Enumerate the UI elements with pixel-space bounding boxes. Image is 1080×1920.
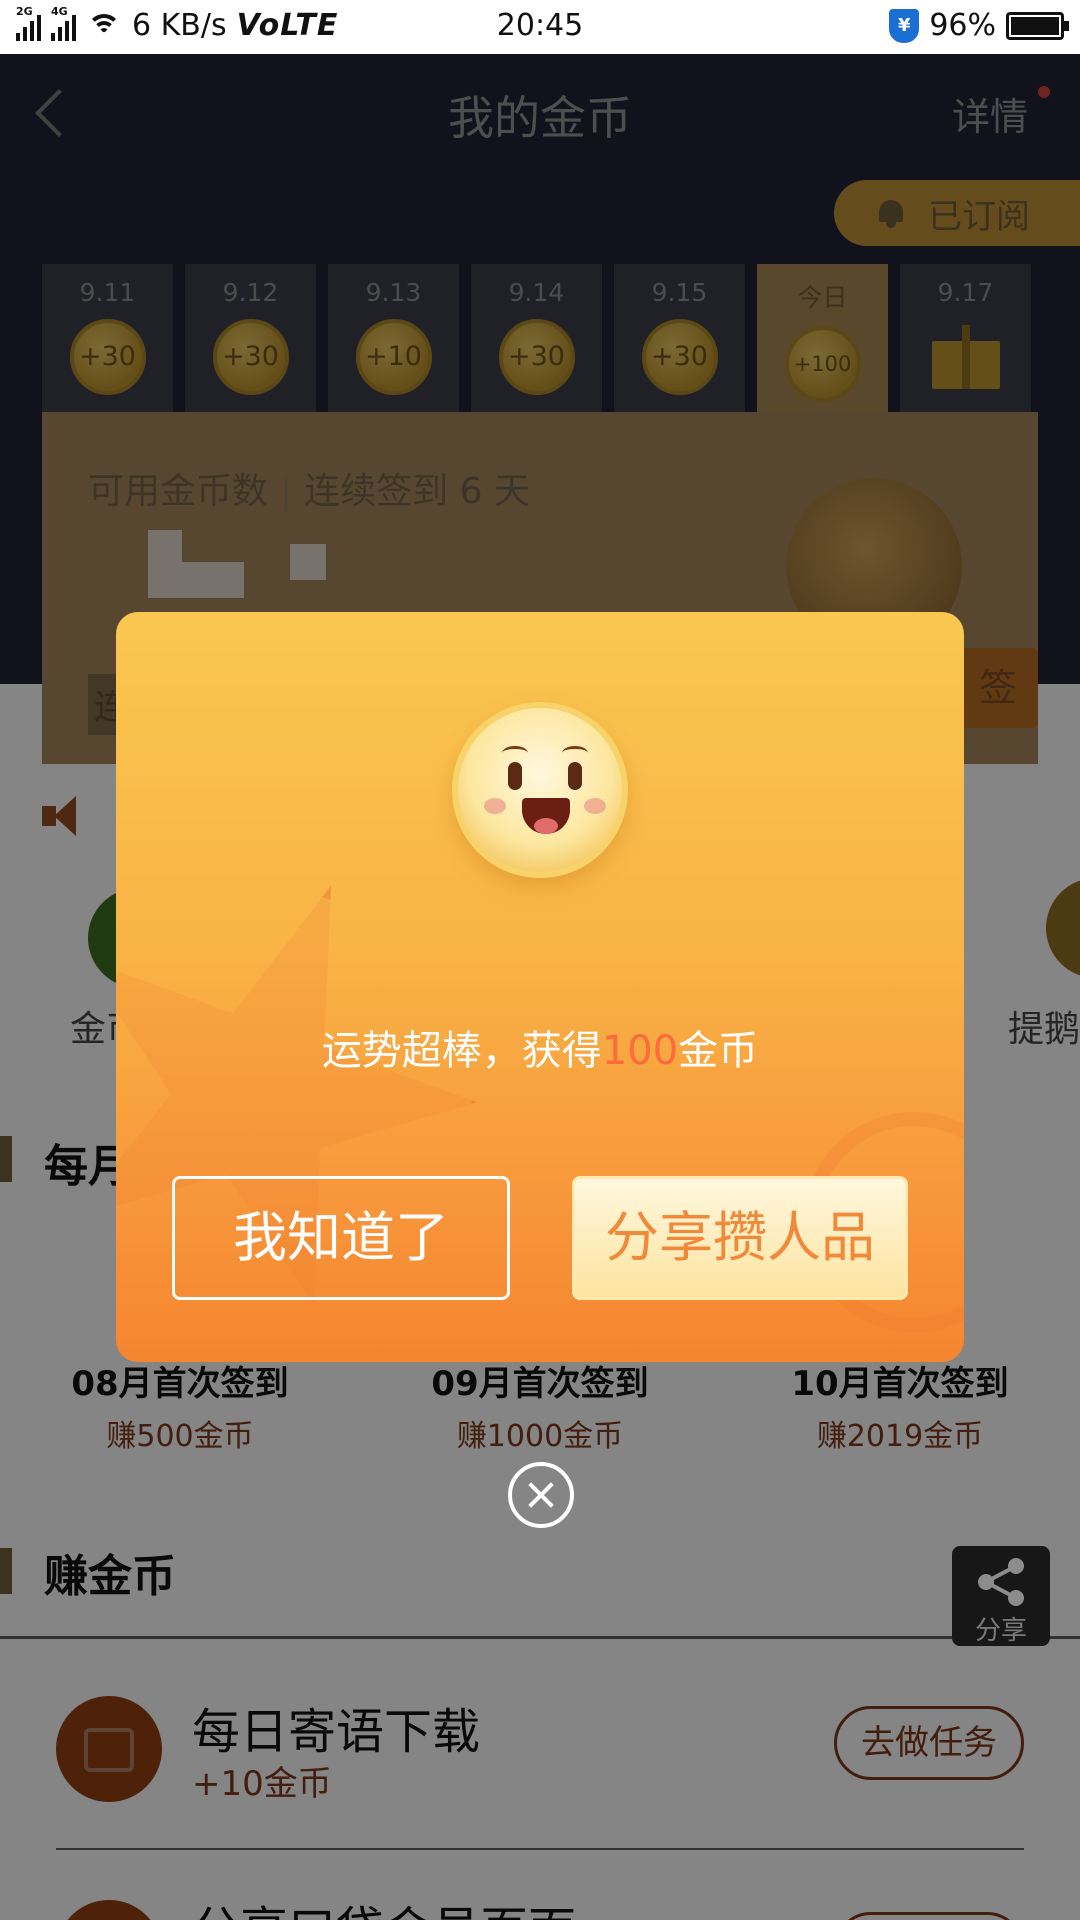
smiley-coin-icon xyxy=(452,702,628,878)
dialog-message: 运势超棒，获得100金币 xyxy=(321,1028,759,1074)
reward-dialog: 运势超棒，获得100金币 我知道了 分享攒人品 xyxy=(116,612,964,1362)
battery-icon xyxy=(1006,11,1069,40)
got-it-button[interactable]: 我知道了 xyxy=(172,1176,510,1300)
share-karma-button[interactable]: 分享攒人品 xyxy=(572,1176,908,1300)
status-bar: 2G 4G 6 KB/s VoLTE 20:45 ¥ 96% xyxy=(0,0,1080,54)
reward-amount: 100 xyxy=(601,1028,679,1074)
battery-percent: 96% xyxy=(929,8,996,43)
security-shield-icon: ¥ xyxy=(889,8,920,43)
close-icon[interactable] xyxy=(508,1462,574,1528)
